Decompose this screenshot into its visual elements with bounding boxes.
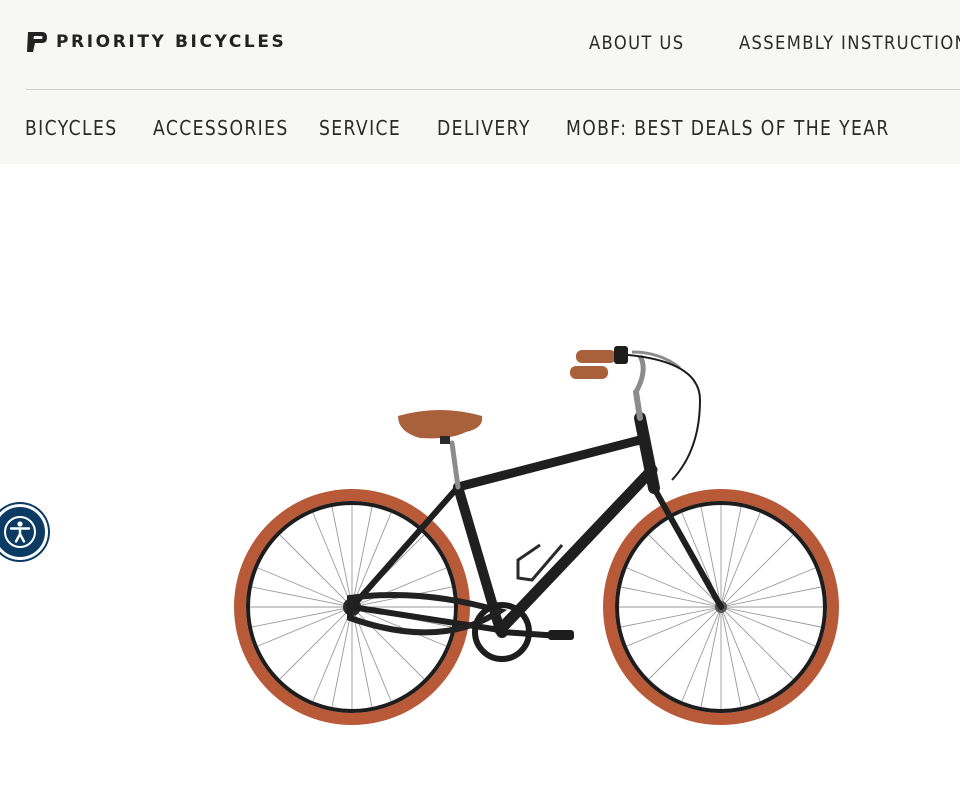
accessibility-button[interactable] — [0, 504, 48, 560]
main-nav-service[interactable]: SERVICE — [319, 113, 401, 143]
main-nav-accessories[interactable]: ACCESSORIES — [153, 113, 289, 143]
top-nav-about-us[interactable]: ABOUT US — [589, 28, 684, 58]
main-nav-bicycles[interactable]: BICYCLES — [25, 113, 118, 143]
saddle — [398, 410, 483, 444]
site-header: PRIORITY BICYCLES ABOUT US ASSEMBLY INST… — [0, 0, 960, 164]
handlebar — [570, 346, 702, 481]
top-nav: ABOUT US ASSEMBLY INSTRUCTIONS — [0, 28, 960, 58]
top-nav-assembly-instructions[interactable]: ASSEMBLY INSTRUCTIONS — [739, 28, 960, 58]
accessibility-person-icon — [4, 516, 36, 548]
bicycle-product-image[interactable] — [220, 330, 860, 740]
header-divider — [26, 89, 960, 90]
main-nav-mobf-deals[interactable]: MOBF: BEST DEALS OF THE YEAR — [566, 113, 890, 143]
main-nav: BICYCLES ACCESSORIES SERVICE DELIVERY MO… — [0, 113, 960, 143]
main-nav-delivery[interactable]: DELIVERY — [437, 113, 531, 143]
